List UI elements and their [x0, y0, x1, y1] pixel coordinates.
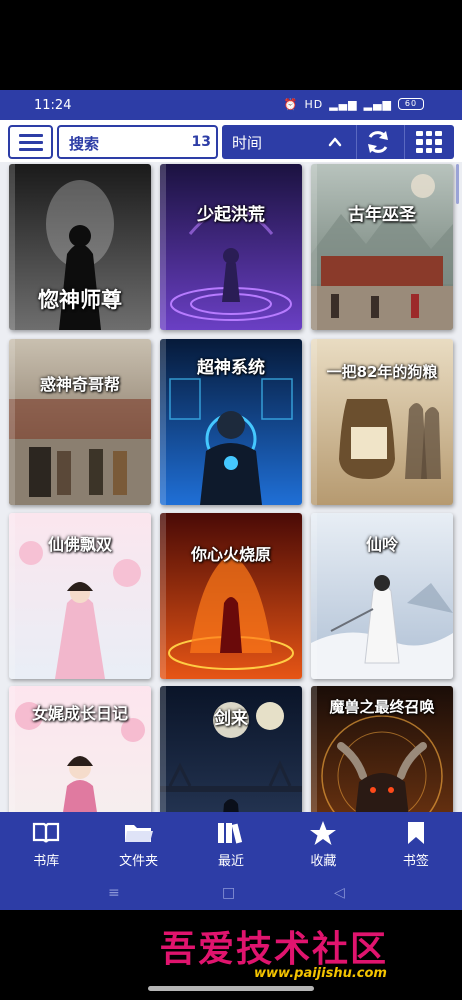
cover-art: [160, 164, 302, 330]
watermark-text: 吾爱技术社区: [160, 928, 389, 970]
book-cover[interactable]: 魔兽之最终召唤: [311, 686, 453, 812]
system-nav-bar: ≡ □ ◁: [0, 876, 462, 910]
battery-icon: 60: [398, 98, 424, 110]
book-title: 古年巫圣: [348, 205, 416, 225]
book-cover[interactable]: 惚神师尊: [9, 164, 151, 330]
sort-dropdown[interactable]: 时间: [232, 132, 262, 153]
cover-art: [9, 339, 151, 505]
status-time: 11:24: [34, 98, 72, 113]
divider: [356, 125, 357, 159]
scrollbar[interactable]: [456, 164, 459, 204]
book-title: 少起洪荒: [197, 205, 265, 225]
back-button[interactable]: ◁: [334, 885, 345, 901]
book-title: 剑来: [214, 709, 248, 729]
book-title: 惚神师尊: [38, 288, 122, 312]
book-cover[interactable]: 剑来: [160, 686, 302, 812]
bottom-nav: 书库 文件夹 最近 收藏 书签: [0, 812, 462, 876]
nav-folder[interactable]: 文件夹: [92, 812, 184, 876]
hd-icon: HD: [304, 98, 324, 111]
nav-favorites[interactable]: 收藏: [277, 812, 369, 876]
book-cover[interactable]: 超神系统: [160, 339, 302, 505]
open-book-icon: [33, 822, 60, 843]
nav-label: 书签: [402, 854, 429, 869]
book-cover[interactable]: 惑神奇哥帮: [9, 339, 151, 505]
book-title: 超神系统: [197, 358, 265, 378]
divider: [404, 125, 405, 159]
watermark: 吾爱技术社区 www.paijishu.com: [160, 920, 460, 990]
signal-icon: ▂▄▆: [363, 98, 392, 111]
home-button[interactable]: □: [222, 885, 235, 901]
nav-label: 书库: [33, 854, 60, 869]
book-count: 13: [191, 134, 211, 150]
cover-art: [311, 164, 453, 330]
nav-label: 最近: [218, 854, 245, 869]
home-indicator[interactable]: [148, 986, 314, 991]
chevron-up-icon[interactable]: [328, 135, 342, 149]
book-title: 仙呤: [365, 535, 398, 554]
books-stack-icon: [218, 823, 243, 844]
book-grid: 惚神师尊 少起洪荒 古年巫圣 惑神奇哥帮 超神系统 一把82年的狗粮 仙佛飘双 …: [0, 162, 462, 812]
grid-view-icon[interactable]: [416, 131, 442, 153]
folder-icon: [124, 825, 153, 842]
app-screen: 11:24 ⏰ HD ▂▄▆ ▂▄▆ 60 搜索 13 时间 惚神师尊 少起洪荒…: [0, 90, 462, 910]
nav-label: 文件夹: [119, 854, 159, 869]
star-icon: [310, 821, 337, 845]
book-title: 女娓成长日记: [31, 704, 128, 723]
hamburger-menu-icon[interactable]: [8, 125, 53, 159]
search-input[interactable]: 搜索 13: [57, 125, 218, 159]
book-title: 仙佛飘双: [47, 535, 112, 554]
book-cover[interactable]: 仙呤: [311, 513, 453, 679]
book-title: 惑神奇哥帮: [39, 375, 120, 394]
book-spine: [160, 164, 166, 330]
cover-art: [160, 513, 302, 679]
toolbar: 搜索 13 时间: [0, 120, 462, 162]
alarm-icon: ⏰: [283, 98, 299, 111]
book-title: 一把82年的狗粮: [326, 363, 438, 381]
book-title: 魔兽之最终召唤: [329, 698, 435, 716]
book-spine: [9, 339, 15, 505]
nav-label: 收藏: [310, 854, 337, 869]
status-bar: 11:24 ⏰ HD ▂▄▆ ▂▄▆ 60: [0, 90, 462, 120]
book-title: 你心火烧原: [190, 545, 271, 564]
book-cover[interactable]: 古年巫圣: [311, 164, 453, 330]
search-label: 搜索: [69, 135, 100, 153]
nav-recent[interactable]: 最近: [185, 812, 277, 876]
sort-bar: 时间: [222, 125, 454, 159]
book-cover[interactable]: 你心火烧原: [160, 513, 302, 679]
book-spine: [311, 164, 317, 330]
signal-icon: ▂▄▆: [329, 98, 358, 111]
refresh-icon[interactable]: [364, 129, 392, 155]
status-icons: ⏰ HD ▂▄▆ ▂▄▆ 60: [284, 98, 424, 111]
book-cover[interactable]: 女娓成长日记: [9, 686, 151, 812]
book-cover[interactable]: 仙佛飘双: [9, 513, 151, 679]
bookmark-icon: [407, 822, 424, 844]
nav-bookmarks[interactable]: 书签: [370, 812, 462, 876]
nav-library[interactable]: 书库: [0, 812, 92, 876]
watermark-url: www.paijishu.com: [254, 966, 387, 981]
recents-button[interactable]: ≡: [108, 885, 120, 901]
book-cover[interactable]: 少起洪荒: [160, 164, 302, 330]
book-cover[interactable]: 一把82年的狗粮: [311, 339, 453, 505]
book-spine: [160, 513, 166, 679]
battery-level: 60: [404, 99, 418, 108]
